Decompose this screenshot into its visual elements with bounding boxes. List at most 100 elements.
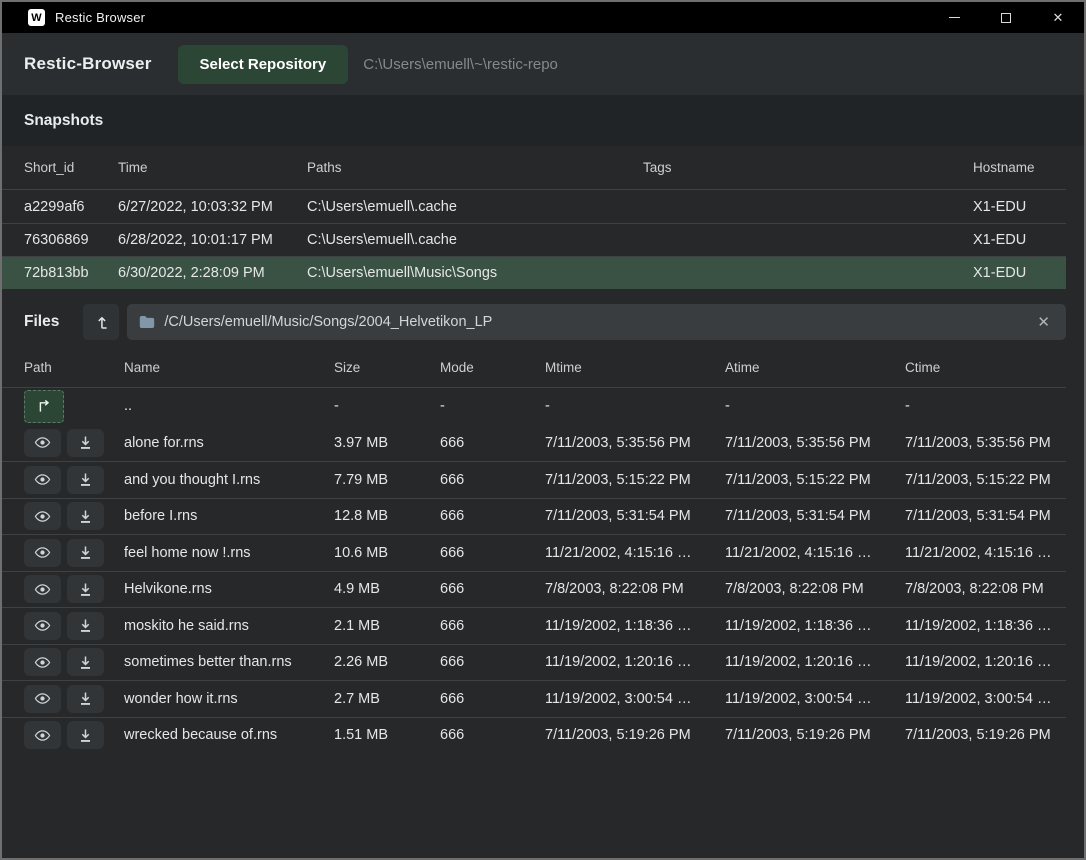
snapshot-row[interactable]: 72b813bb 6/30/2022, 2:28:09 PM C:\Users\…: [2, 256, 1066, 289]
file-row[interactable]: wrecked because of.rns 1.51 MB 666 7/11/…: [2, 717, 1066, 754]
up-level-button[interactable]: [83, 304, 119, 340]
file-row[interactable]: wonder how it.rns 2.7 MB 666 11/19/2002,…: [2, 680, 1066, 717]
file-row[interactable]: feel home now !.rns 10.6 MB 666 11/21/20…: [2, 534, 1066, 571]
snapshot-hostname: X1-EDU: [973, 199, 1066, 215]
parent-dir-row[interactable]: .. - - - - -: [2, 388, 1066, 425]
snapshot-time: 6/28/2022, 10:01:17 PM: [118, 232, 307, 248]
column-header-ctime[interactable]: Ctime: [905, 360, 1066, 375]
file-mtime: 11/21/2002, 4:15:16 …: [545, 545, 725, 561]
parent-dir-icon: [36, 398, 52, 414]
file-mtime: -: [545, 398, 725, 414]
download-file-button[interactable]: [67, 429, 104, 457]
file-mode: 666: [440, 508, 545, 524]
file-ctime: 11/21/2002, 4:15:16 …: [905, 545, 1066, 561]
preview-file-button[interactable]: [24, 648, 61, 676]
close-button[interactable]: ✕: [1032, 2, 1084, 33]
window-title: Restic Browser: [55, 10, 145, 25]
file-ctime: 11/19/2002, 1:18:36 …: [905, 618, 1066, 634]
download-file-button[interactable]: [67, 466, 104, 494]
preview-file-button[interactable]: [24, 685, 61, 713]
file-size: 2.7 MB: [334, 691, 440, 707]
file-ctime: 7/11/2003, 5:15:22 PM: [905, 472, 1066, 488]
download-file-button[interactable]: [67, 575, 104, 603]
download-file-button[interactable]: [67, 685, 104, 713]
file-mtime: 11/19/2002, 1:18:36 …: [545, 618, 725, 634]
file-atime: 7/11/2003, 5:35:56 PM: [725, 435, 905, 451]
column-header-paths[interactable]: Paths: [307, 160, 643, 175]
file-row[interactable]: before I.rns 12.8 MB 666 7/11/2003, 5:31…: [2, 498, 1066, 535]
snapshot-short-id: 76306869: [24, 232, 118, 248]
column-header-mode[interactable]: Mode: [440, 360, 545, 375]
file-path-bar[interactable]: /C/Users/emuell/Music/Songs/2004_Helveti…: [127, 304, 1066, 340]
snapshots-table-header: Short_id Time Paths Tags Hostname: [2, 146, 1066, 190]
column-header-name[interactable]: Name: [124, 360, 334, 375]
file-atime: 7/11/2003, 5:19:26 PM: [725, 727, 905, 743]
eye-icon: [34, 436, 51, 449]
file-path-value: /C/Users/emuell/Music/Songs/2004_Helveti…: [164, 314, 1033, 330]
file-mode: -: [440, 398, 545, 414]
file-name: before I.rns: [124, 508, 334, 524]
snapshot-paths: C:\Users\emuell\Music\Songs: [307, 265, 643, 281]
download-icon: [78, 655, 93, 670]
download-file-button[interactable]: [67, 539, 104, 567]
file-name: alone for.rns: [124, 435, 334, 451]
column-header-tags[interactable]: Tags: [643, 160, 973, 175]
file-size: 3.97 MB: [334, 435, 440, 451]
maximize-button[interactable]: [980, 2, 1032, 33]
file-mode: 666: [440, 581, 545, 597]
preview-file-button[interactable]: [24, 466, 61, 494]
file-size: 2.26 MB: [334, 654, 440, 670]
file-size: 12.8 MB: [334, 508, 440, 524]
column-header-time[interactable]: Time: [118, 160, 307, 175]
file-name: feel home now !.rns: [124, 545, 334, 561]
preview-file-button[interactable]: [24, 612, 61, 640]
file-mode: 666: [440, 472, 545, 488]
file-row[interactable]: Helvikone.rns 4.9 MB 666 7/8/2003, 8:22:…: [2, 571, 1066, 608]
snapshots-table-body: a2299af6 6/27/2022, 10:03:32 PM C:\Users…: [2, 190, 1084, 289]
file-atime: 7/11/2003, 5:15:22 PM: [725, 472, 905, 488]
file-mtime: 7/11/2003, 5:31:54 PM: [545, 508, 725, 524]
minimize-button[interactable]: [928, 2, 980, 33]
file-ctime: 7/11/2003, 5:19:26 PM: [905, 727, 1066, 743]
file-atime: 11/19/2002, 1:18:36 …: [725, 618, 905, 634]
file-row[interactable]: and you thought I.rns 7.79 MB 666 7/11/2…: [2, 461, 1066, 498]
preview-file-button[interactable]: [24, 721, 61, 749]
file-mode: 666: [440, 435, 545, 451]
snapshot-row[interactable]: 76306869 6/28/2022, 10:01:17 PM C:\Users…: [2, 223, 1066, 256]
column-header-path[interactable]: Path: [24, 360, 124, 375]
eye-icon: [34, 583, 51, 596]
file-row[interactable]: sometimes better than.rns 2.26 MB 666 11…: [2, 644, 1066, 681]
file-name: moskito he said.rns: [124, 618, 334, 634]
select-repository-button[interactable]: Select Repository: [178, 45, 349, 84]
clear-path-button[interactable]: ✕: [1033, 311, 1054, 333]
file-size: -: [334, 398, 440, 414]
snapshot-row[interactable]: a2299af6 6/27/2022, 10:03:32 PM C:\Users…: [2, 190, 1066, 223]
preview-file-button[interactable]: [24, 502, 61, 530]
preview-file-button[interactable]: [24, 539, 61, 567]
file-row[interactable]: alone for.rns 3.97 MB 666 7/11/2003, 5:3…: [2, 425, 1066, 462]
preview-file-button[interactable]: [24, 575, 61, 603]
preview-file-button[interactable]: [24, 429, 61, 457]
file-mtime: 7/11/2003, 5:35:56 PM: [545, 435, 725, 451]
eye-icon: [34, 546, 51, 559]
folder-icon: [139, 315, 155, 329]
download-file-button[interactable]: [67, 612, 104, 640]
parent-dir-button[interactable]: [24, 390, 64, 423]
file-size: 10.6 MB: [334, 545, 440, 561]
download-file-button[interactable]: [67, 721, 104, 749]
column-header-mtime[interactable]: Mtime: [545, 360, 725, 375]
file-ctime: 11/19/2002, 1:20:16 …: [905, 654, 1066, 670]
file-ctime: 7/11/2003, 5:35:56 PM: [905, 435, 1066, 451]
file-atime: 7/11/2003, 5:31:54 PM: [725, 508, 905, 524]
column-header-hostname[interactable]: Hostname: [973, 160, 1066, 175]
maximize-icon: [1001, 13, 1011, 23]
download-icon: [78, 545, 93, 560]
download-file-button[interactable]: [67, 502, 104, 530]
download-file-button[interactable]: [67, 648, 104, 676]
column-header-size[interactable]: Size: [334, 360, 440, 375]
file-row[interactable]: moskito he said.rns 2.1 MB 666 11/19/200…: [2, 607, 1066, 644]
eye-icon: [34, 692, 51, 705]
column-header-atime[interactable]: Atime: [725, 360, 905, 375]
column-header-short-id[interactable]: Short_id: [24, 160, 118, 175]
file-name: Helvikone.rns: [124, 581, 334, 597]
